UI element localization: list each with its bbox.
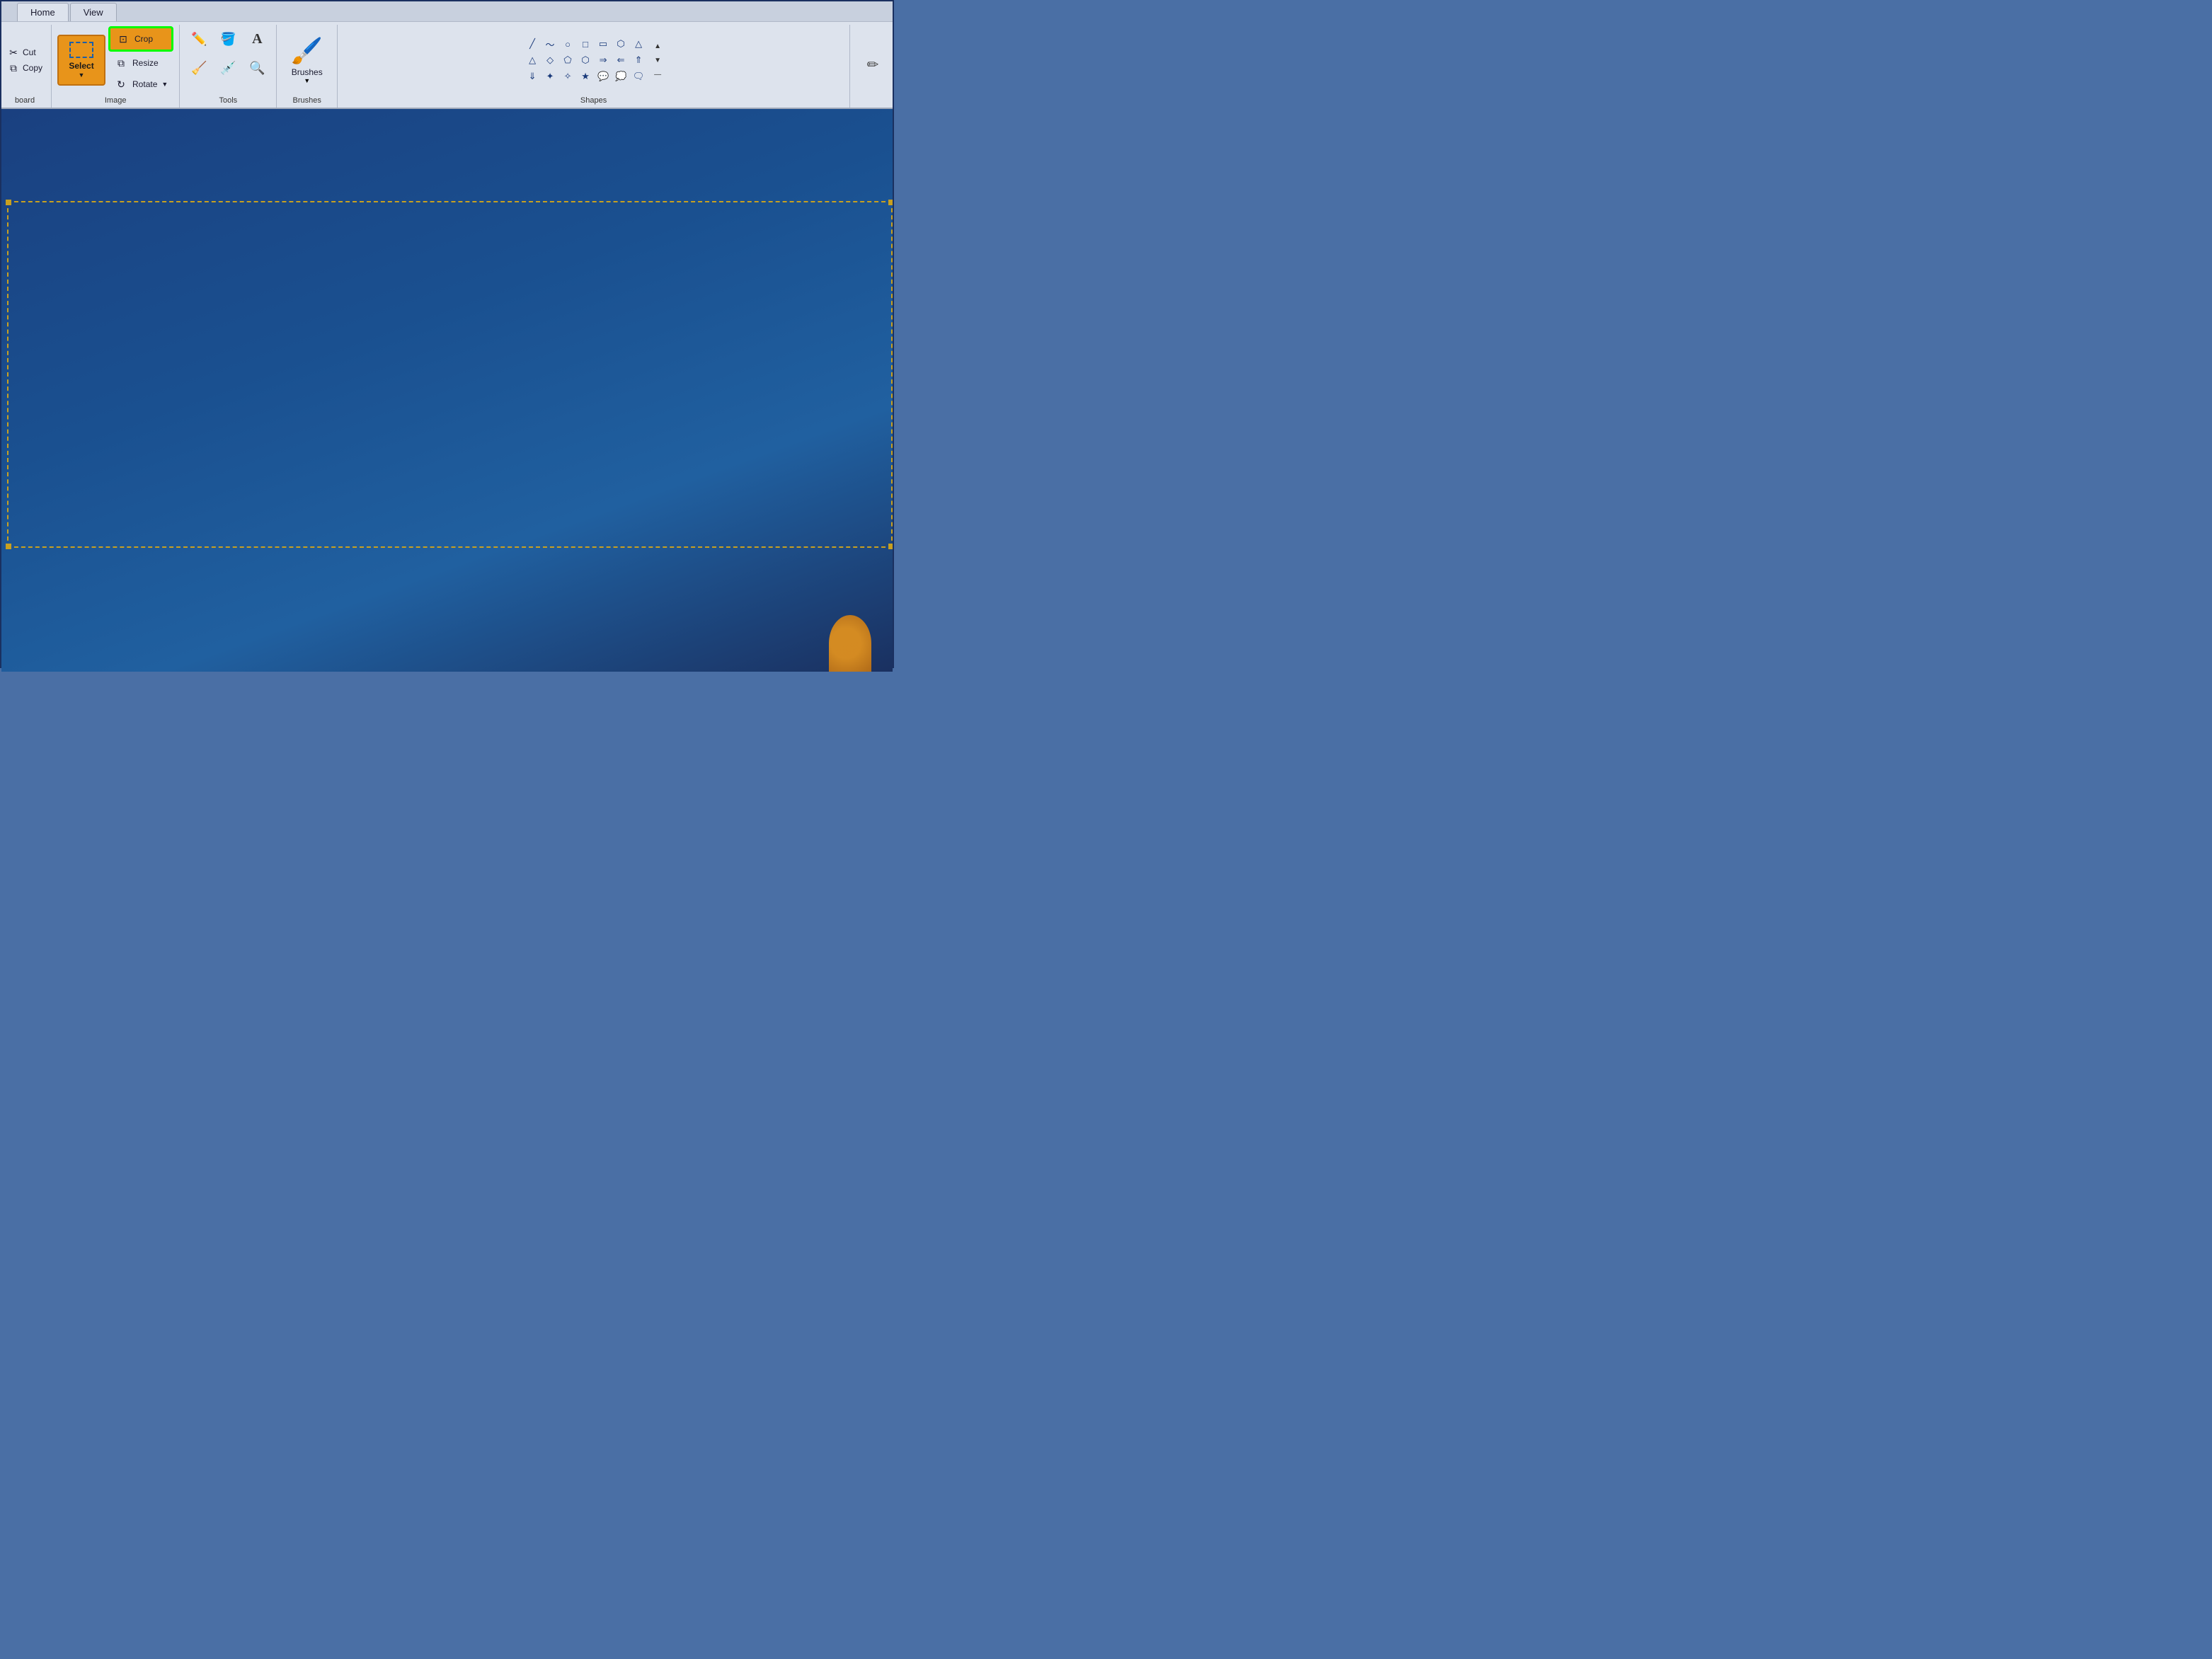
brushes-label: Brushes [292, 67, 323, 77]
select-label: Select [69, 61, 93, 71]
tools-group: ✏️ 🪣 A 🧹 💉 [180, 25, 277, 108]
shapes-label: Shapes [580, 96, 607, 106]
select-dashed-icon [69, 42, 93, 58]
cut-icon: ✂ [7, 46, 20, 59]
tab-view[interactable]: View [70, 3, 117, 21]
brushes-icon: 🖌️ [291, 36, 323, 66]
rotate-icon: ↻ [114, 77, 128, 91]
pencil-button[interactable]: ✏️ [185, 26, 212, 52]
copy-icon: ⧉ [7, 62, 20, 74]
handle-top-left[interactable] [6, 200, 11, 205]
copy-button[interactable]: ⧉ Copy [4, 61, 45, 75]
shape-roundrect[interactable]: ▭ [595, 36, 612, 52]
tab-bar: Home View [1, 1, 893, 21]
crop-icon: ⊡ [116, 32, 130, 46]
edit-group: ✏ [850, 25, 893, 108]
shape-hex2[interactable]: ⬡ [577, 52, 594, 68]
resize-label: Resize [132, 58, 159, 68]
crop-button[interactable]: ⊡ Crop [108, 26, 173, 52]
shape-arrow-l[interactable]: ⇐ [612, 52, 629, 68]
select-button[interactable]: Select ▼ [57, 35, 105, 86]
shape-tri1[interactable]: △ [630, 36, 647, 52]
brushes-group: 🖌️ Brushes ▼ Brushes [277, 25, 338, 108]
select-dropdown-arrow: ▼ [79, 71, 85, 79]
edit-icon: ✏ [867, 56, 879, 74]
brushes-arrow: ▼ [304, 77, 310, 84]
ribbon-body: ✂ Cut ⧉ Copy board [1, 21, 893, 108]
magnifier-icon: 🔍 [249, 61, 265, 76]
clipboard-label: board [15, 96, 35, 106]
fill-icon: 🪣 [220, 32, 236, 47]
shape-arrow-u[interactable]: ⇑ [630, 52, 647, 68]
pencil-icon: ✏️ [191, 32, 207, 47]
image-label: Image [105, 96, 127, 106]
resize-icon: ⧉ [114, 56, 128, 70]
shape-line[interactable]: ╱ [524, 36, 541, 52]
tools-row-1: ✏️ 🪣 A [185, 26, 270, 52]
shapes-more[interactable]: — [652, 67, 663, 81]
eraser-button[interactable]: 🧹 [185, 55, 212, 81]
tools-label: Tools [219, 96, 237, 106]
shape-rect[interactable]: □ [577, 36, 594, 52]
shape-star5[interactable]: ★ [577, 69, 594, 84]
shape-star6[interactable]: ✧ [559, 69, 576, 84]
rotate-label: Rotate [132, 79, 157, 89]
shape-pent[interactable]: ⬠ [559, 52, 576, 68]
ribbon: Home View ✂ Cut ⧉ Copy [1, 1, 893, 109]
image-right-buttons: ⊡ Crop ⧉ Resize ↻ Rotate ▼ [108, 26, 173, 94]
shapes-scroll-down[interactable]: ▼ [652, 53, 663, 67]
handle-bottom-right[interactable] [888, 544, 893, 549]
shapes-scroll: ▲ ▼ — [652, 39, 663, 81]
app-wrapper: Home View ✂ Cut ⧉ Copy [0, 0, 894, 668]
shape-wave[interactable]: 〜 [541, 36, 558, 52]
shape-tri2[interactable]: △ [524, 52, 541, 68]
clipboard-group: ✂ Cut ⧉ Copy board [1, 25, 52, 108]
shape-callout2[interactable]: 💭 [612, 69, 629, 84]
shape-star4[interactable]: ✦ [541, 69, 558, 84]
shape-diamond[interactable]: ◇ [541, 52, 558, 68]
eyedropper-icon: 💉 [220, 61, 236, 76]
shapes-group: ╱ 〜 ○ □ ▭ ⬡ △ △ ◇ ⬠ ⬡ [338, 25, 850, 108]
crop-label: Crop [134, 34, 153, 44]
brushes-group-label: Brushes [293, 96, 321, 106]
canvas-orange-shape [829, 615, 871, 672]
cut-button[interactable]: ✂ Cut [4, 45, 45, 59]
tab-home[interactable]: Home [17, 3, 69, 21]
shape-callout1[interactable]: 💬 [595, 69, 612, 84]
eraser-icon: 🧹 [191, 61, 207, 76]
text-icon: A [252, 31, 262, 47]
image-group: Select ▼ ⊡ Crop ⧉ Resize [52, 25, 180, 108]
copy-label: Copy [23, 63, 42, 73]
clipboard-items: ✂ Cut ⧉ Copy [4, 45, 45, 75]
shape-arrow-d[interactable]: ⇓ [524, 69, 541, 84]
shape-arrow-r[interactable]: ⇒ [595, 52, 612, 68]
shape-hex1[interactable]: ⬡ [612, 36, 629, 52]
selection-rect [7, 201, 893, 548]
rotate-arrow: ▼ [161, 81, 168, 88]
shapes-scroll-up[interactable]: ▲ [652, 39, 663, 53]
brushes-button[interactable]: 🖌️ Brushes ▼ [282, 35, 331, 86]
handle-top-right[interactable] [888, 200, 893, 205]
shape-ellipse[interactable]: ○ [559, 36, 576, 52]
shape-callout3[interactable]: 🗨 [630, 69, 647, 84]
tools-row-2: 🧹 💉 🔍 [185, 55, 270, 81]
text-button[interactable]: A [243, 26, 270, 52]
cut-label: Cut [23, 47, 36, 57]
canvas-area[interactable] [1, 109, 893, 672]
resize-button[interactable]: ⧉ Resize [108, 53, 173, 73]
handle-bottom-left[interactable] [6, 544, 11, 549]
fill-button[interactable]: 🪣 [214, 26, 241, 52]
magnifier-button[interactable]: 🔍 [243, 55, 270, 81]
edit-button[interactable]: ✏ [860, 39, 886, 90]
rotate-button[interactable]: ↻ Rotate ▼ [108, 74, 173, 94]
eyedropper-button[interactable]: 💉 [214, 55, 241, 81]
